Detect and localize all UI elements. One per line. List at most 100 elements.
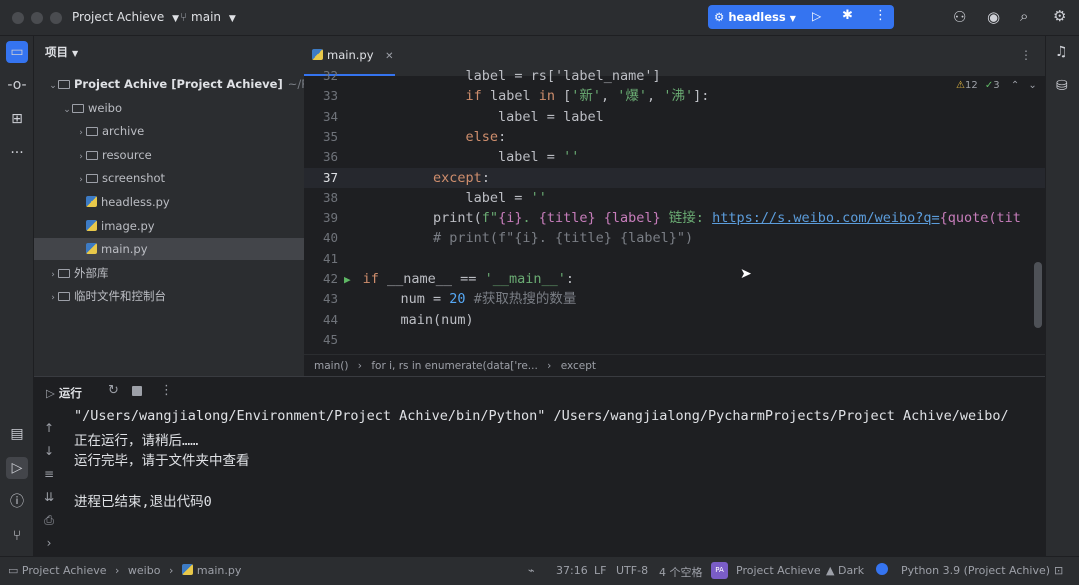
tree-item[interactable]: › archive: [34, 120, 304, 142]
ai-status-icon[interactable]: [876, 563, 888, 575]
chevron-right-icon[interactable]: ›: [76, 122, 86, 142]
status-crumb[interactable]: Project Achieve: [22, 564, 107, 577]
tree-item[interactable]: headless.py: [34, 191, 304, 213]
editor-breadcrumbs: main() › for i, rs in enumerate(data['re…: [304, 354, 1045, 376]
caret-position[interactable]: 37:16: [556, 564, 588, 577]
branch-switcher[interactable]: ⑂ main ▼: [180, 10, 236, 24]
commit-tool-button[interactable]: -o-: [6, 74, 28, 96]
tree-item[interactable]: › resource: [34, 144, 304, 166]
theme-switcher[interactable]: ▲ Dark: [826, 564, 864, 577]
chevron-right-icon[interactable]: ›: [42, 532, 56, 555]
terminal-tool-button[interactable]: ▤: [6, 423, 28, 445]
python-interpreter[interactable]: Python 3.9 (Project Achive): [901, 564, 1050, 577]
tab-options-button[interactable]: ⋮: [1020, 48, 1032, 62]
status-project[interactable]: Project Achieve: [736, 564, 821, 577]
database-button[interactable]: ⛁: [1056, 78, 1068, 94]
file-encoding[interactable]: UTF-8: [616, 564, 648, 577]
title-bar: Project Achieve ▼ ⑂ main ▼ ⚙ headless ▼ …: [0, 0, 1079, 36]
ai-assistant-button[interactable]: ◉: [987, 8, 1000, 26]
code-line[interactable]: 32 label = rs['label_name']: [304, 66, 1045, 86]
tree-item[interactable]: › screenshot: [34, 167, 304, 189]
search-button[interactable]: ⌕: [1020, 7, 1028, 25]
tree-item[interactable]: main.py: [34, 238, 304, 261]
code-line[interactable]: 40 # print(f"{i}. {title} {label}"): [304, 228, 1045, 248]
code-line[interactable]: 35 else:: [304, 127, 1045, 147]
code-line[interactable]: 33 if label in ['新', '爆', '沸']:: [304, 86, 1045, 106]
minimize-window-button[interactable]: [31, 12, 43, 24]
structure-tool-button[interactable]: ⊞: [6, 108, 28, 130]
code-line[interactable]: 45: [304, 330, 1045, 350]
lock-icon[interactable]: ⊡: [1054, 564, 1063, 577]
git-tool-button[interactable]: ⑂: [6, 525, 28, 547]
indent-setting[interactable]: 4 个空格: [659, 564, 703, 580]
bug-icon: ✱: [842, 8, 853, 23]
folder-icon: [86, 150, 98, 160]
arrow-up-icon[interactable]: ↑: [42, 417, 56, 440]
problems-tool-button[interactable]: ⓘ: [6, 491, 28, 513]
soft-wrap-icon[interactable]: ≡: [42, 463, 56, 486]
close-tab-icon[interactable]: ✕: [385, 51, 393, 62]
debug-button[interactable]: ✱: [842, 8, 853, 23]
code-line[interactable]: 38 label = '': [304, 188, 1045, 208]
settings-button[interactable]: ⚙: [1053, 7, 1066, 25]
run-config-selector[interactable]: ⚙ headless ▼: [714, 9, 804, 25]
status-crumb[interactable]: main.py: [197, 564, 241, 577]
code-line[interactable]: 41: [304, 249, 1045, 269]
line-number: 32: [322, 68, 338, 83]
breadcrumb-item[interactable]: for i, rs in enumerate(data['re...: [371, 360, 537, 372]
power-save-icon[interactable]: ⌁: [528, 564, 535, 577]
arrow-down-icon[interactable]: ↓: [42, 440, 56, 463]
tree-item-label: headless.py: [101, 195, 170, 209]
chevron-down-icon[interactable]: ⌄: [48, 75, 58, 95]
rerun-button[interactable]: ↻: [108, 383, 119, 398]
stop-button[interactable]: [132, 386, 142, 396]
code-line[interactable]: 36 label = '': [304, 147, 1045, 167]
project-switcher[interactable]: Project Achieve ▼: [72, 10, 179, 24]
run-gutter-icon[interactable]: ▶: [344, 273, 351, 286]
code-line[interactable]: 37 except:: [304, 167, 1045, 188]
notifications-button[interactable]: ♫: [1055, 44, 1068, 60]
module-icon: ▭: [8, 564, 19, 577]
search-icon: ⌕: [1020, 7, 1029, 25]
close-window-button[interactable]: [12, 12, 24, 24]
project-tool-button[interactable]: ▭: [6, 41, 28, 63]
breadcrumb-item[interactable]: except: [561, 360, 596, 372]
chevron-right-icon[interactable]: ›: [76, 146, 86, 166]
commit-icon: -o-: [7, 77, 27, 93]
more-tools-button[interactable]: ···: [6, 142, 28, 164]
chevron-right-icon[interactable]: ›: [48, 264, 58, 284]
run-tool-button[interactable]: ▷: [6, 457, 28, 479]
editor-scrollbar[interactable]: [1034, 262, 1042, 328]
project-panel-header[interactable]: 项目 ▼: [45, 44, 78, 60]
breadcrumb-item[interactable]: main(): [314, 360, 348, 372]
print-icon[interactable]: ⎙: [42, 509, 56, 532]
play-icon: ▷: [11, 460, 23, 476]
tree-item[interactable]: image.py: [34, 215, 304, 237]
tree-item[interactable]: ⌄ Project Achive [Project Achieve] ~/Pycha…: [34, 73, 304, 95]
code-line[interactable]: 44 main(num): [304, 310, 1045, 330]
more-actions-button[interactable]: ⋮: [874, 8, 887, 23]
zoom-window-button[interactable]: [50, 12, 62, 24]
tree-item[interactable]: › 外部库: [34, 262, 304, 284]
gear-icon: ⚙: [1053, 7, 1067, 25]
breadcrumb-separator: ›: [115, 564, 120, 577]
line-number: 40: [322, 230, 338, 246]
tree-item[interactable]: › 临时文件和控制台: [34, 285, 304, 307]
chevron-right-icon[interactable]: ›: [76, 169, 86, 189]
line-separator[interactable]: LF: [594, 564, 606, 577]
project-panel: 项目 ▼ ⌄ Project Achive [Project Achieve] ~/…: [34, 36, 304, 376]
chevron-down-icon[interactable]: ⌄: [62, 99, 72, 119]
tree-item[interactable]: ⌄ weibo: [34, 97, 304, 119]
run-button[interactable]: ▷: [812, 9, 821, 23]
code-line[interactable]: 39 print(f"{i}. {title} {label} 链接: http…: [304, 208, 1045, 228]
code-line[interactable]: 34 label = label: [304, 107, 1045, 127]
breadcrumb-separator: ›: [168, 564, 174, 577]
code-line[interactable]: 43 num = 20 #获取热搜的数量: [304, 289, 1045, 309]
add-user-button[interactable]: ⚇: [953, 8, 966, 26]
status-crumb[interactable]: weibo: [128, 564, 161, 577]
scroll-end-icon[interactable]: ⇊: [42, 486, 56, 509]
code-line[interactable]: 42 ▶ if __name__ == '__main__':: [304, 269, 1045, 289]
more-vertical-icon: ⋮: [160, 383, 173, 398]
run-more-button[interactable]: ⋮: [160, 383, 173, 398]
chevron-right-icon[interactable]: ›: [48, 287, 58, 307]
